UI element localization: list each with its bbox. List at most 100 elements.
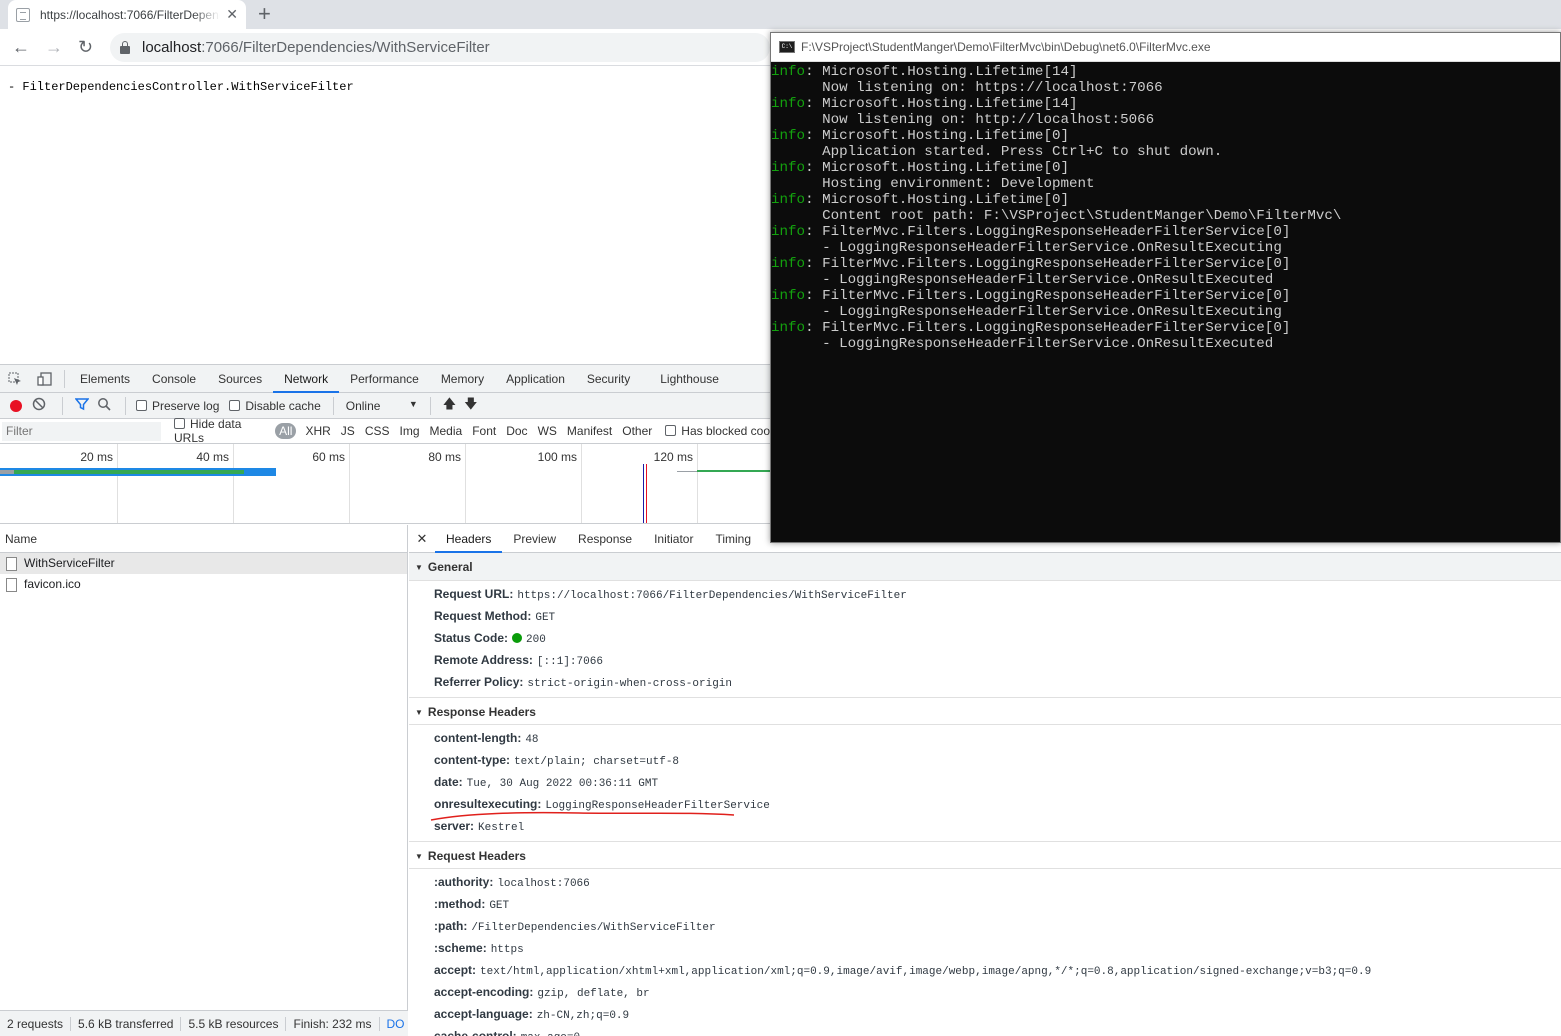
- header-row[interactable]: Referrer Policy: strict-origin-when-cross…: [409, 671, 1561, 693]
- tab-response[interactable]: Response: [567, 525, 643, 553]
- header-key: accept-encoding:: [434, 985, 534, 999]
- log-text: Now listening on: https://localhost:7066: [771, 80, 1163, 96]
- header-row[interactable]: :method: GET: [409, 893, 1561, 915]
- header-value: GET: [535, 612, 556, 624]
- forward-icon[interactable]: →: [45, 37, 63, 57]
- filter-type-img[interactable]: Img: [395, 424, 425, 438]
- filter-type-font[interactable]: Font: [467, 424, 501, 438]
- general-section-header[interactable]: General: [409, 553, 1561, 581]
- header-row[interactable]: cache-control: max-age=0: [409, 1025, 1561, 1036]
- header-row[interactable]: date: Tue, 30 Aug 2022 00:36:11 GMT: [409, 771, 1561, 793]
- new-tab-button[interactable]: +: [258, 2, 271, 26]
- filter-type-css[interactable]: CSS: [360, 424, 395, 438]
- import-har-icon[interactable]: 🡅: [443, 395, 456, 417]
- header-value: https://localhost:7066/FilterDependencie…: [517, 590, 907, 602]
- header-row[interactable]: Request Method: GET: [409, 605, 1561, 627]
- browser-tab[interactable]: https://localhost:7066/FilterDependencie…: [8, 0, 246, 29]
- header-row[interactable]: content-length: 48: [409, 727, 1561, 749]
- header-key: Referrer Policy:: [434, 675, 524, 689]
- tab-headers[interactable]: Headers: [435, 525, 503, 553]
- response-headers-section: content-length: 48 content-type: text/plain…: [409, 725, 1561, 841]
- close-icon[interactable]: ✕: [409, 531, 435, 547]
- tick-label: 100 ms: [537, 450, 577, 464]
- tab-initiator[interactable]: Initiator: [643, 525, 704, 553]
- log-level: info: [771, 128, 806, 144]
- network-overview[interactable]: 20 ms 40 ms 60 ms 80 ms 100 ms 120 ms: [0, 444, 770, 524]
- tab-lighthouse[interactable]: Lighthouse: [649, 365, 730, 393]
- tab-strip: https://localhost:7066/FilterDependencie…: [0, 0, 1561, 29]
- header-row[interactable]: :authority: localhost:7066: [409, 871, 1561, 893]
- tab-timing[interactable]: Timing: [704, 525, 762, 553]
- header-value: zh-CN,zh;q=0.9: [536, 1010, 630, 1022]
- disable-cache-label: Disable cache: [245, 398, 321, 413]
- annotation-underline: [430, 811, 735, 821]
- filter-type-all[interactable]: All: [275, 423, 297, 439]
- url-path: :7066/FilterDependencies/WithServiceFilt…: [201, 39, 490, 56]
- header-row[interactable]: Request URL: https://localhost:7066/Filte…: [409, 583, 1561, 605]
- tab-preview[interactable]: Preview: [502, 525, 567, 553]
- record-icon[interactable]: [10, 399, 22, 412]
- header-row[interactable]: accept: text/html,application/xhtml+xml,a…: [409, 959, 1561, 981]
- tab-application[interactable]: Application: [495, 365, 576, 393]
- console-titlebar[interactable]: C:\ F:\VSProject\StudentManger\Demo\Filt…: [771, 33, 1560, 62]
- console-window[interactable]: C:\ F:\VSProject\StudentManger\Demo\Filt…: [770, 32, 1561, 543]
- request-headers-section-header[interactable]: Request Headers: [409, 841, 1561, 869]
- filter-type-ws[interactable]: WS: [533, 424, 562, 438]
- header-row[interactable]: Status Code: 200: [409, 627, 1561, 649]
- header-value: [::1]:7066: [536, 656, 603, 668]
- log-level: info: [771, 320, 806, 336]
- header-row[interactable]: Remote Address: [::1]:7066: [409, 649, 1561, 671]
- filter-type-manifest[interactable]: Manifest: [562, 424, 617, 438]
- tab-security[interactable]: Security: [576, 365, 641, 393]
- filter-type-js[interactable]: JS: [336, 424, 360, 438]
- filter-type-doc[interactable]: Doc: [501, 424, 532, 438]
- request-row[interactable]: WithServiceFilter: [0, 553, 407, 574]
- header-row[interactable]: :scheme: https: [409, 937, 1561, 959]
- console-line: info: Microsoft.Hosting.Lifetime[14]: [771, 96, 1560, 112]
- disable-cache-checkbox[interactable]: Disable cache: [229, 398, 321, 413]
- header-row[interactable]: accept-encoding: gzip, deflate, br: [409, 981, 1561, 1003]
- grid-line: [465, 444, 466, 523]
- resource-type-filters: All XHR JS CSS Img Media Font Doc WS Manifest Othe…: [271, 423, 657, 439]
- preserve-log-checkbox[interactable]: Preserve log: [136, 399, 219, 413]
- hide-data-urls-checkbox[interactable]: Hide data URLs: [174, 417, 267, 445]
- search-icon[interactable]: [97, 397, 111, 414]
- has-blocked-cookies-checkbox[interactable]: Has blocked coo: [665, 424, 770, 438]
- request-name: WithServiceFilter: [24, 556, 115, 570]
- request-row[interactable]: favicon.ico: [0, 574, 407, 595]
- device-toolbar-icon[interactable]: [30, 365, 60, 393]
- filter-type-other[interactable]: Other: [617, 424, 657, 438]
- header-value: gzip, deflate, br: [537, 988, 650, 1000]
- header-row[interactable]: accept-language: zh-CN,zh;q=0.9: [409, 1003, 1561, 1025]
- tab-console[interactable]: Console: [141, 365, 207, 393]
- tab-sources[interactable]: Sources: [207, 365, 273, 393]
- reload-icon[interactable]: ↻: [78, 37, 93, 57]
- address-bar[interactable]: localhost:7066/FilterDependencies/WithSe…: [110, 33, 770, 62]
- clear-icon[interactable]: [32, 397, 46, 414]
- filter-icon[interactable]: [74, 397, 90, 414]
- tab-memory[interactable]: Memory: [430, 365, 495, 393]
- page-body-text: - FilterDependenciesController.WithServi…: [8, 80, 354, 94]
- export-har-icon[interactable]: 🡇: [464, 395, 477, 417]
- header-row[interactable]: :path:/FilterDependencies/WithServiceFil…: [409, 915, 1561, 937]
- console-line: - LoggingResponseHeaderFilterService.OnR…: [771, 240, 1560, 256]
- inspect-element-icon[interactable]: [0, 365, 30, 393]
- tab-network[interactable]: Network: [273, 365, 340, 393]
- filter-input[interactable]: [2, 421, 161, 441]
- filter-type-xhr[interactable]: XHR: [300, 424, 335, 438]
- filter-type-media[interactable]: Media: [425, 424, 468, 438]
- throttling-select[interactable]: Online ▼: [346, 399, 418, 413]
- close-tab-icon[interactable]: ✕: [226, 6, 238, 23]
- tab-performance[interactable]: Performance: [339, 365, 430, 393]
- network-filter-bar: Hide data URLs AllXHRJSCSSImgMediaFontDo…: [0, 417, 770, 445]
- tab-elements[interactable]: Elements: [69, 365, 141, 393]
- name-column-header[interactable]: Name: [0, 525, 407, 553]
- back-icon[interactable]: ←: [12, 37, 30, 57]
- header-key: :authority:: [434, 875, 494, 889]
- log-level: info: [771, 64, 806, 80]
- document-icon: [6, 577, 17, 592]
- header-key: Request Method:: [434, 609, 532, 623]
- response-headers-section-header[interactable]: Response Headers: [409, 697, 1561, 725]
- header-row[interactable]: content-type: text/plain; charset=utf-8: [409, 749, 1561, 771]
- header-value: max-age=0: [521, 1032, 580, 1036]
